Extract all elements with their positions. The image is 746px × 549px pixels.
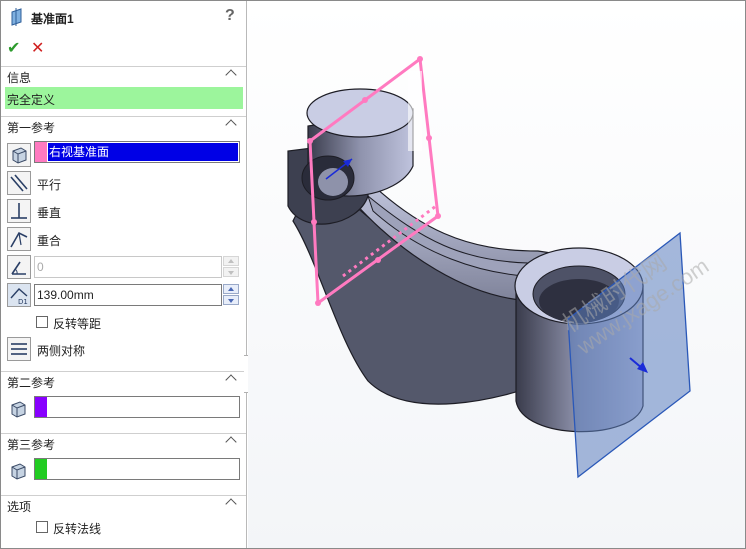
first-ref-section-header[interactable]: 第一参考 [1, 116, 246, 135]
distance-input[interactable]: 139.00mm [34, 284, 222, 306]
cancel-button[interactable]: ✕ [31, 41, 44, 57]
graphics-viewport[interactable]: 机械时代网 www.jxage.com [248, 1, 745, 548]
flip-offset-checkbox[interactable] [36, 316, 48, 328]
collapse-chevron-icon[interactable] [225, 436, 237, 448]
coincident-option[interactable]: 重合 [37, 232, 61, 249]
angle-input[interactable]: 0 [34, 256, 222, 278]
flip-normal-label[interactable]: 反转法线 [53, 520, 101, 537]
first-ref-section-label: 第一参考 [7, 121, 56, 135]
plane-label [408, 71, 422, 151]
perpendicular-option[interactable]: 垂直 [37, 204, 61, 221]
collapse-chevron-icon[interactable] [225, 119, 237, 131]
collapse-chevron-icon[interactable] [225, 69, 237, 81]
second-ref-section-header[interactable]: 第二参考 [1, 371, 246, 390]
third-ref-color-swatch [35, 459, 47, 479]
second-ref-color-swatch [35, 397, 47, 417]
info-section-header[interactable]: 信息 [1, 66, 246, 85]
flip-normal-checkbox[interactable] [36, 521, 48, 533]
coincident-icon[interactable] [7, 227, 31, 251]
status-message: 完全定义 [5, 87, 243, 109]
first-ref-selected-item[interactable]: 右视基准面 [48, 143, 238, 161]
first-ref-selection-icon [7, 143, 31, 167]
app-window: 基准面1 ? ✔ ✕ 信息 完全定义 第一参考 右视基准面 平行 垂直 重合 0… [0, 0, 746, 549]
third-ref-selection-box[interactable] [34, 458, 240, 480]
parallel-option[interactable]: 平行 [37, 176, 61, 193]
options-section-label: 选项 [7, 500, 32, 514]
third-ref-section-label: 第三参考 [7, 438, 56, 452]
info-section-label: 信息 [7, 71, 32, 85]
svg-text:D1: D1 [18, 298, 28, 306]
second-ref-selection-icon [7, 398, 31, 422]
property-manager: 基准面1 ? ✔ ✕ 信息 完全定义 第一参考 右视基准面 平行 垂直 重合 0… [1, 1, 247, 548]
mid-plane-icon[interactable] [7, 337, 31, 361]
third-ref-selection-icon [7, 460, 31, 484]
mid-plane-option[interactable]: 两侧对称 [37, 342, 85, 359]
page-title: 基准面1 [31, 12, 74, 26]
ok-button[interactable]: ✔ [7, 41, 20, 57]
third-ref-section-header[interactable]: 第三参考 [1, 433, 246, 452]
first-ref-selection-box[interactable]: 右视基准面 [34, 141, 240, 163]
plane-feature-icon [11, 8, 22, 26]
angle-icon[interactable] [7, 255, 31, 279]
first-ref-color-swatch [35, 142, 47, 162]
second-ref-section-label: 第二参考 [7, 376, 56, 390]
options-section-header[interactable]: 选项 [1, 495, 246, 514]
second-ref-selection-box[interactable] [34, 396, 240, 418]
distance-icon[interactable]: D1 [7, 283, 31, 307]
collapse-chevron-icon[interactable] [225, 498, 237, 510]
property-manager-header: 基准面1 ? [1, 1, 246, 35]
collapse-chevron-icon[interactable] [225, 374, 237, 386]
help-button[interactable]: ? [225, 7, 235, 25]
flip-offset-label[interactable]: 反转等距 [53, 315, 101, 332]
perpendicular-icon[interactable] [7, 199, 31, 223]
distance-spinner[interactable] [223, 284, 239, 306]
angle-spinner[interactable] [223, 256, 239, 278]
parallel-icon[interactable] [7, 171, 31, 195]
